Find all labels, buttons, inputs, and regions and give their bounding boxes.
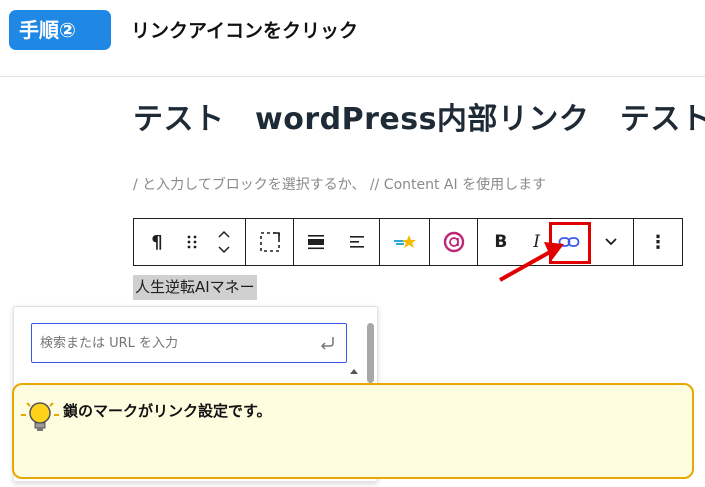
more-options-icon[interactable]: ⋮ [634,219,682,265]
enter-icon[interactable] [318,334,336,352]
header-divider [0,76,705,77]
chevron-down-icon[interactable] [589,219,633,265]
move-up-down-control[interactable] [204,219,244,265]
step-badge: 手順② [9,10,111,50]
lightbulb-icon [21,402,59,431]
text-align-icon[interactable] [337,219,379,265]
selected-text[interactable]: 人生逆転AIマネー [133,275,257,300]
scroll-up-icon[interactable] [349,367,359,375]
select-parent-group [246,219,294,265]
ai-group [430,219,478,265]
hint-text: 鎖のマークがリンク設定です。 [63,402,272,420]
link-search-input[interactable] [40,330,300,356]
popover-scrollbar[interactable] [367,323,374,383]
star-plugin-icon[interactable] [380,219,429,265]
block-toolbar: ¶ B I ⋮ [133,218,683,266]
step-title: リンクアイコンをクリック [131,20,359,42]
select-block-icon[interactable] [246,219,293,265]
options-group: ⋮ [634,219,682,265]
content-ai-icon[interactable] [430,219,477,265]
paragraph-block-button[interactable]: ¶ [134,219,180,265]
block-type-group: ¶ [134,219,246,265]
post-title[interactable]: テスト wordPress内部リンク テスト [133,94,705,138]
plugin-group [380,219,430,265]
alignment-group [294,219,380,265]
drag-handle-icon[interactable] [180,219,204,265]
block-align-icon[interactable] [294,219,337,265]
link-search-field[interactable] [31,323,347,363]
pointer-arrow-icon [499,242,564,282]
block-placeholder[interactable]: / と入力してブロックを選択するか、 // Content AI を使用します [133,174,546,194]
hint-box: 鎖のマークがリンク設定です。 [12,383,694,479]
